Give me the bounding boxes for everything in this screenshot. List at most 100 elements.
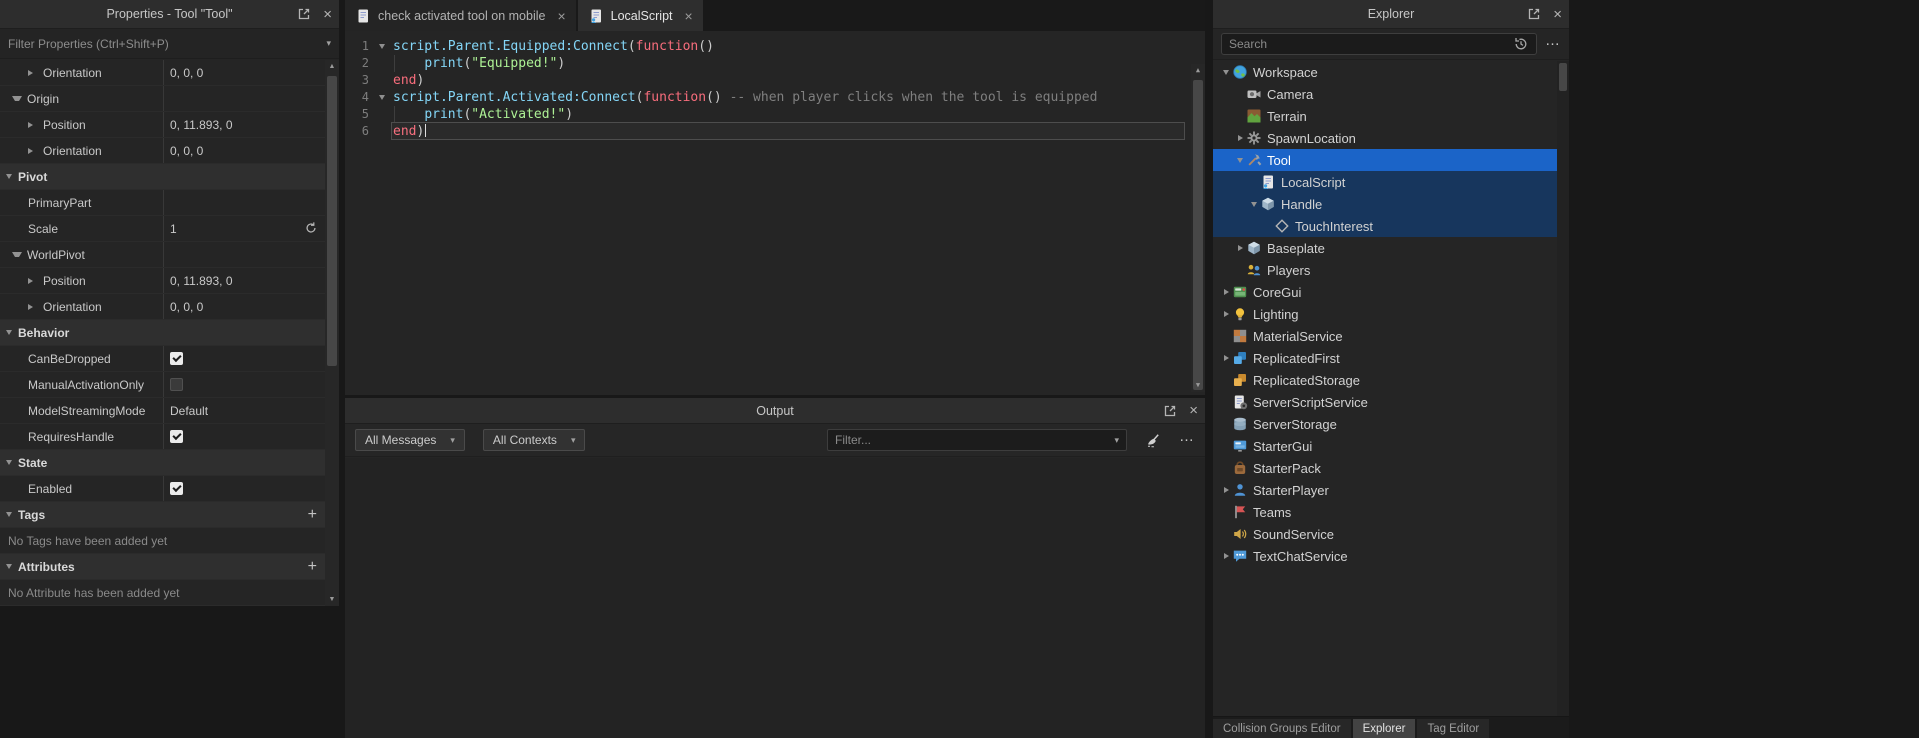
property-worldpivot[interactable]: WorldPivot (0, 242, 325, 268)
fold-arrow[interactable] (371, 38, 393, 55)
expand-arrow[interactable] (1248, 201, 1260, 207)
properties-filter-input[interactable] (8, 36, 327, 51)
section-pivot[interactable]: Pivot (0, 164, 325, 190)
property-manualactivationonly[interactable]: ManualActivationOnly (0, 372, 325, 398)
editor-tab-check-activated-tool-on-mobile[interactable]: check activated tool on mobile × (345, 0, 576, 31)
tree-item-soundservice[interactable]: SoundService (1213, 523, 1557, 545)
popout-icon[interactable] (1162, 403, 1178, 419)
tree-item-spawnlocation[interactable]: SpawnLocation (1213, 127, 1557, 149)
chevron-down-icon[interactable]: ▾ (1114, 435, 1119, 446)
tree-item-touchinterest[interactable]: TouchInterest (1213, 215, 1557, 237)
tree-item-serverstorage[interactable]: ServerStorage (1213, 413, 1557, 435)
tree-item-starterplayer[interactable]: StarterPlayer (1213, 479, 1557, 501)
tree-item-handle[interactable]: Handle (1213, 193, 1557, 215)
close-icon[interactable]: × (1189, 403, 1198, 418)
property-primarypart[interactable]: PrimaryPart (0, 190, 325, 216)
code-line-5[interactable]: 5 print("Activated!") (345, 106, 1205, 123)
reset-icon[interactable] (304, 221, 318, 238)
properties-scrollbar[interactable]: ▲ ▼ (325, 60, 339, 606)
tree-item-terrain[interactable]: Terrain (1213, 105, 1557, 127)
tree-item-teams[interactable]: Teams (1213, 501, 1557, 523)
editor-scrollbar[interactable]: ▲ ▼ (1191, 64, 1205, 392)
expand-arrow[interactable] (1234, 157, 1246, 163)
property-canbedropped[interactable]: CanBeDropped (0, 346, 325, 372)
property-modelstreamingmode[interactable]: ModelStreamingMode Default (0, 398, 325, 424)
tree-item-materialservice[interactable]: MaterialService (1213, 325, 1557, 347)
tree-item-localscript[interactable]: LocalScript (1213, 171, 1557, 193)
collapse-arrow[interactable] (6, 174, 12, 179)
more-options-icon[interactable]: … (1179, 429, 1195, 444)
code-line-4[interactable]: 4 script.Parent.Activated:Connect(functio… (345, 89, 1205, 106)
expand-arrow[interactable] (1234, 245, 1246, 251)
scroll-down-icon[interactable]: ▼ (325, 593, 339, 606)
fold-arrow[interactable] (371, 89, 393, 106)
scrollbar-thumb[interactable] (327, 76, 337, 366)
property-scale[interactable]: Scale 1 (0, 216, 325, 242)
checkbox-enabled[interactable] (170, 482, 183, 495)
checkbox-manualactivationonly[interactable] (170, 378, 183, 391)
popout-icon[interactable] (1526, 6, 1542, 22)
more-options-icon[interactable]: … (1545, 33, 1561, 48)
property-orientation[interactable]: Orientation 0, 0, 0 (0, 60, 325, 86)
tree-item-players[interactable]: Players (1213, 259, 1557, 281)
output-filter-input[interactable] (835, 433, 1109, 447)
close-icon[interactable]: × (323, 7, 332, 22)
dock-tab-tag-editor[interactable]: Tag Editor (1417, 719, 1490, 738)
expand-arrow[interactable] (1220, 289, 1232, 295)
property-position[interactable]: Position 0, 11.893, 0 (0, 268, 325, 294)
add-attributes-button[interactable]: + (308, 558, 317, 575)
section-behavior[interactable]: Behavior (0, 320, 325, 346)
code-line-3[interactable]: 3 end) (345, 72, 1205, 89)
tree-item-baseplate[interactable]: Baseplate (1213, 237, 1557, 259)
property-requireshandle[interactable]: RequiresHandle (0, 424, 325, 450)
explorer-search-input[interactable] (1229, 37, 1507, 51)
tree-item-workspace[interactable]: Workspace (1213, 61, 1557, 83)
tree-item-textchatservice[interactable]: TextChatService (1213, 545, 1557, 567)
expand-arrow[interactable] (28, 277, 38, 284)
popout-icon[interactable] (296, 6, 312, 22)
expand-arrow[interactable] (1234, 135, 1246, 141)
expand-arrow[interactable] (28, 69, 38, 76)
search-history-icon[interactable] (1513, 36, 1529, 52)
explorer-scrollbar[interactable] (1557, 61, 1569, 716)
expand-arrow[interactable] (1220, 355, 1232, 361)
expand-arrow[interactable] (28, 121, 38, 128)
tree-item-coregui[interactable]: CoreGui (1213, 281, 1557, 303)
scroll-up-icon[interactable]: ▲ (1191, 64, 1205, 77)
collapse-arrow[interactable] (6, 512, 12, 517)
editor-tab-localscript[interactable]: LocalScript × (577, 0, 703, 31)
clear-output-icon[interactable] (1145, 432, 1161, 448)
code-line-2[interactable]: 2 print("Equipped!") (345, 55, 1205, 72)
collapse-arrow[interactable] (6, 564, 12, 569)
expand-arrow[interactable] (1220, 69, 1232, 75)
filter-dropdown-icon[interactable]: ▾ (326, 38, 331, 49)
expand-arrow[interactable] (1220, 311, 1232, 317)
tree-item-tool[interactable]: Tool (1213, 149, 1557, 171)
code-line-6[interactable]: 6 end) (345, 122, 1205, 140)
dock-tab-collision-groups-editor[interactable]: Collision Groups Editor (1213, 719, 1351, 738)
output-content[interactable] (345, 458, 1205, 738)
tree-item-serverscriptservice[interactable]: ServerScriptService (1213, 391, 1557, 413)
all-messages-dropdown[interactable]: All Messages ▾ (355, 429, 465, 451)
property-enabled[interactable]: Enabled (0, 476, 325, 502)
code-line-1[interactable]: 1 script.Parent.Equipped:Connect(function… (345, 38, 1205, 55)
tree-item-startergui[interactable]: StarterGui (1213, 435, 1557, 457)
property-position[interactable]: Position 0, 11.893, 0 (0, 112, 325, 138)
section-tags[interactable]: Tags + (0, 502, 325, 528)
tree-item-replicatedfirst[interactable]: ReplicatedFirst (1213, 347, 1557, 369)
section-state[interactable]: State (0, 450, 325, 476)
all-contexts-dropdown[interactable]: All Contexts ▾ (482, 429, 586, 451)
add-tags-button[interactable]: + (308, 506, 317, 523)
expand-arrow[interactable] (12, 96, 22, 101)
tab-close-icon[interactable]: × (557, 9, 565, 23)
property-orientation[interactable]: Orientation 0, 0, 0 (0, 138, 325, 164)
property-orientation[interactable]: Orientation 0, 0, 0 (0, 294, 325, 320)
close-icon[interactable]: × (1553, 7, 1562, 22)
checkbox-canbedropped[interactable] (170, 352, 183, 365)
tree-item-starterpack[interactable]: StarterPack (1213, 457, 1557, 479)
tab-close-icon[interactable]: × (685, 9, 693, 23)
property-origin[interactable]: Origin (0, 86, 325, 112)
scroll-down-icon[interactable]: ▼ (1191, 379, 1205, 392)
scroll-up-icon[interactable]: ▲ (325, 60, 339, 73)
tree-item-camera[interactable]: Camera (1213, 83, 1557, 105)
